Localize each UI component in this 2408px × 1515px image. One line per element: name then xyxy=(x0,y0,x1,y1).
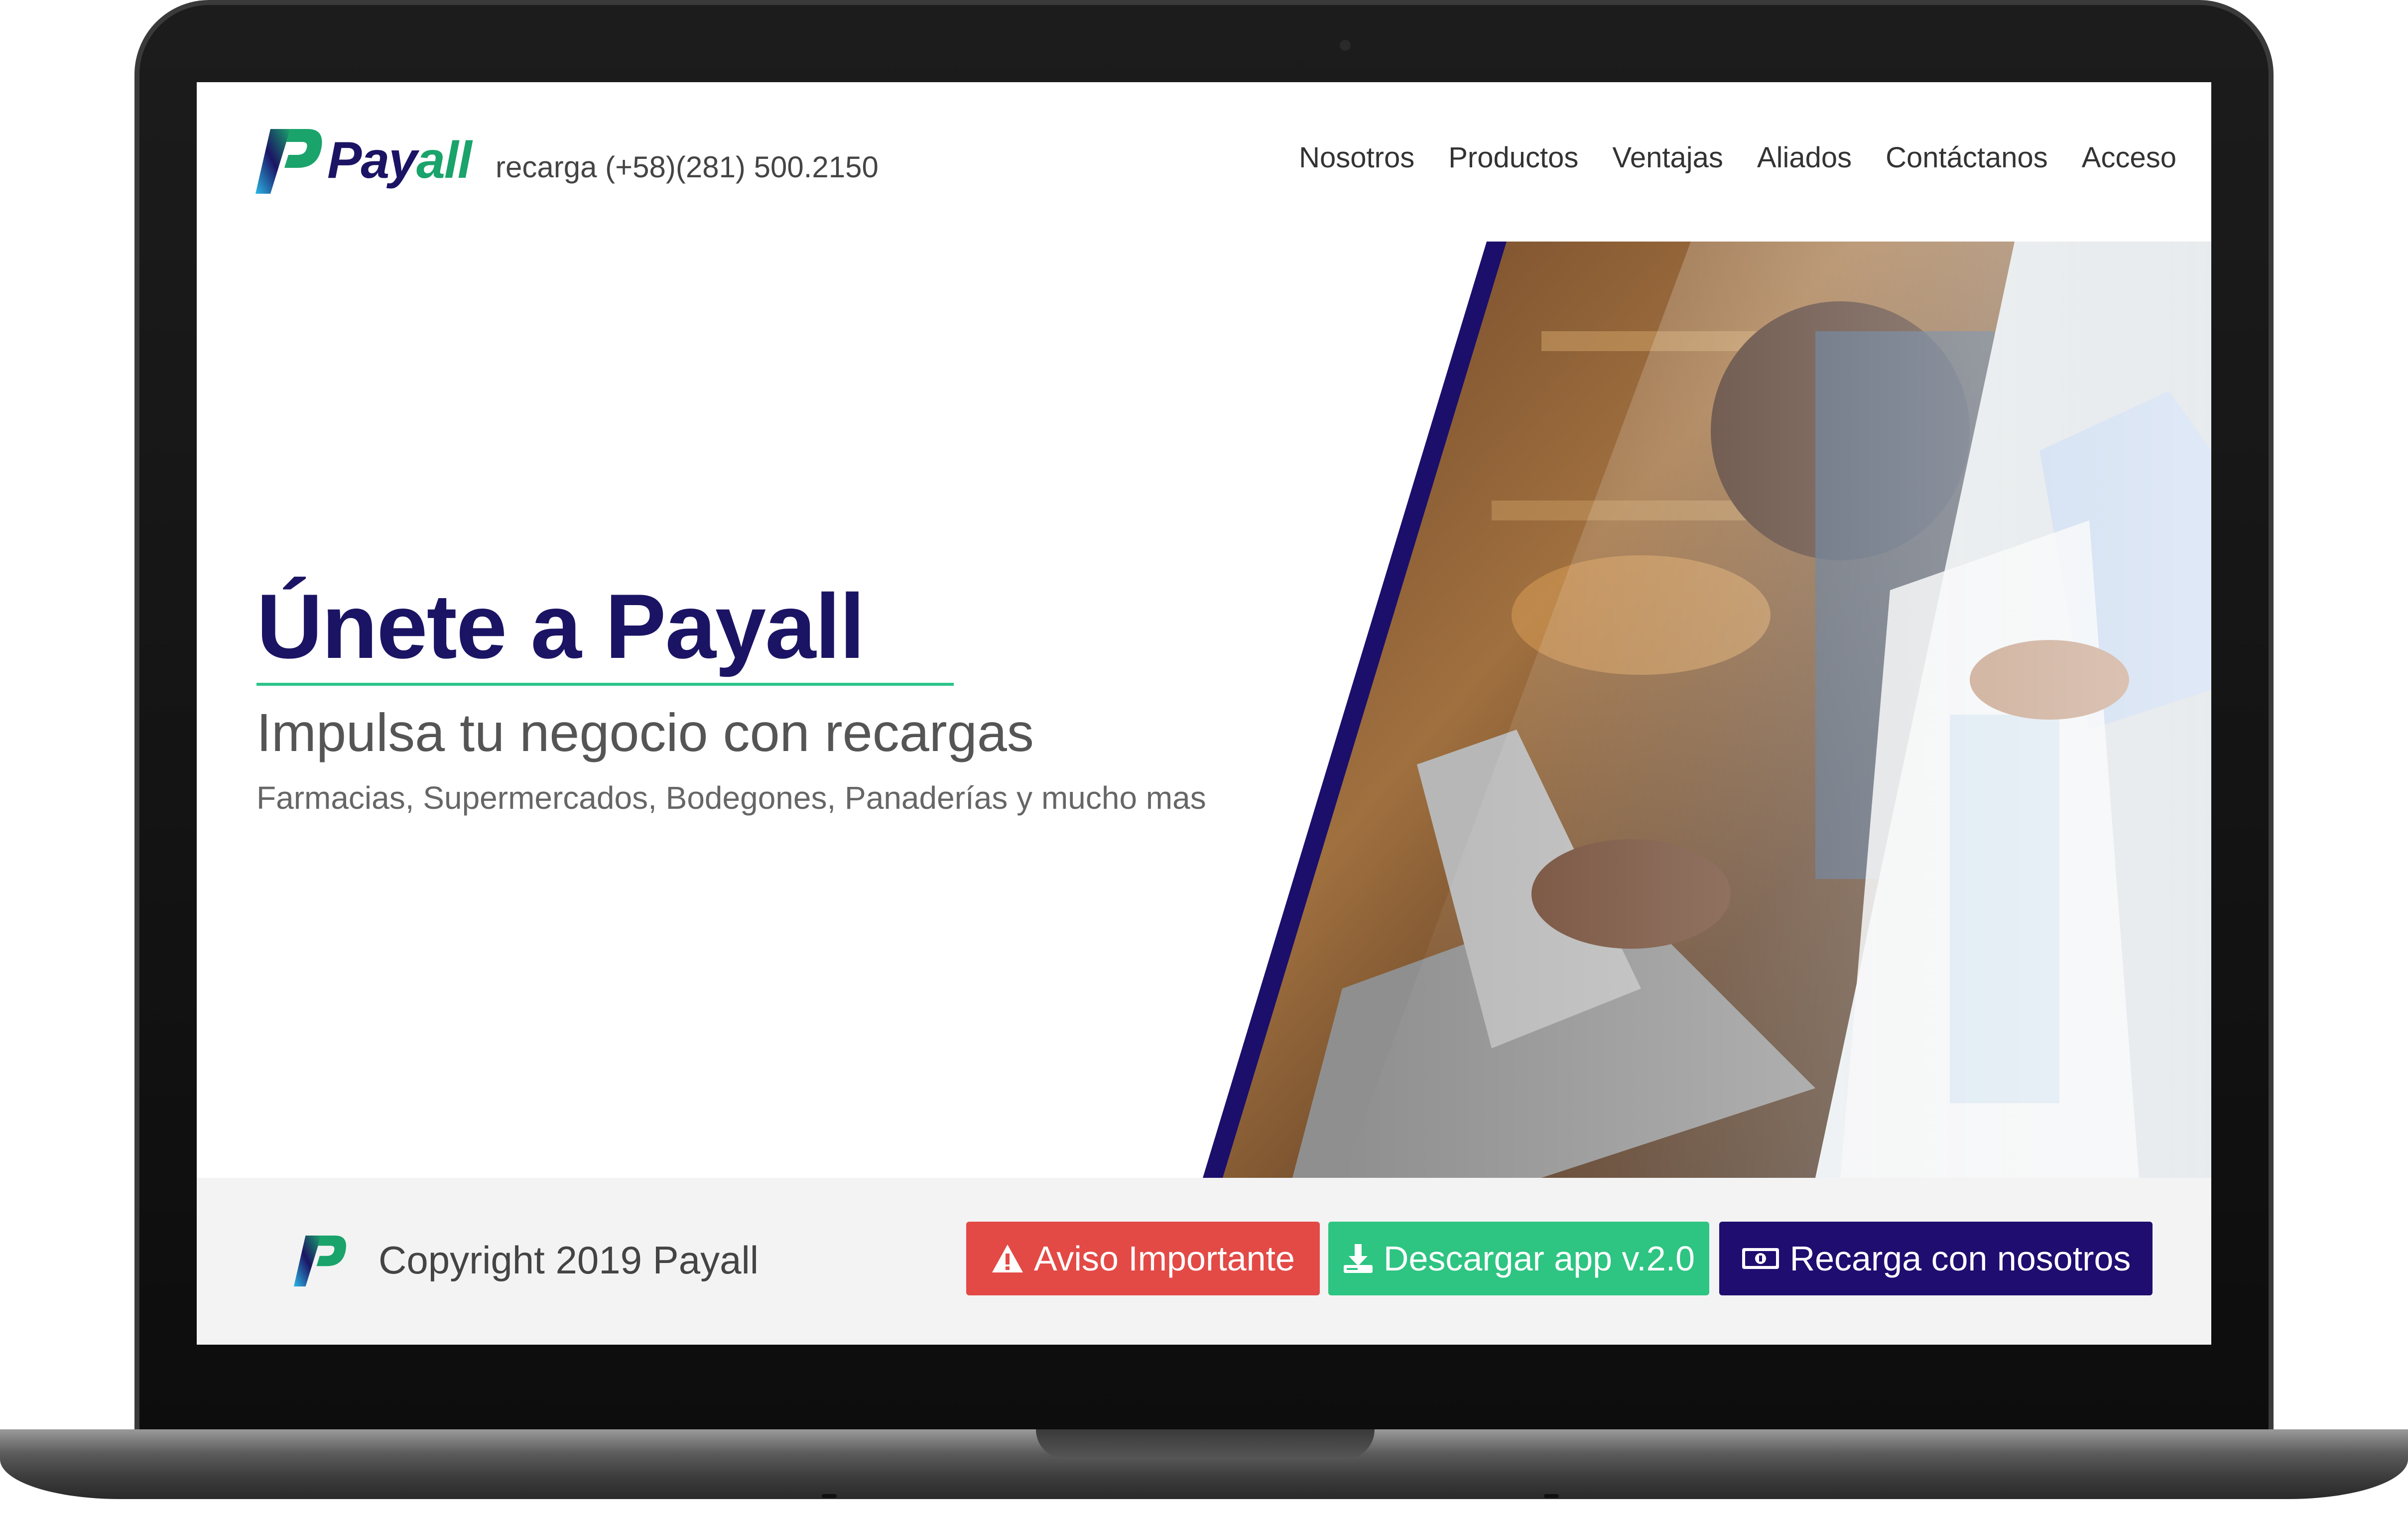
hero-section: Únete a Payall Impulsa tu negocio con re… xyxy=(256,580,1253,816)
descargar-app-button[interactable]: Descargar app v.2.0 xyxy=(1328,1222,1709,1295)
hero-subtitle: Impulsa tu negocio con recargas xyxy=(256,702,1034,762)
aviso-importante-button[interactable]: Aviso Importante xyxy=(966,1222,1320,1295)
hero-divider xyxy=(256,683,954,686)
laptop-notch xyxy=(1036,1429,1375,1459)
payall-logo-icon xyxy=(293,1235,346,1287)
warning-icon xyxy=(992,1245,1023,1272)
money-icon xyxy=(1742,1248,1779,1269)
aviso-importante-label: Aviso Importante xyxy=(1034,1239,1295,1278)
hero-tagline: Farmacias, Supermercados, Bodegones, Pan… xyxy=(256,780,1206,816)
phone-number: recarga (+58)(281) 500.2150 xyxy=(496,150,879,184)
download-icon xyxy=(1343,1244,1373,1273)
nav-productos[interactable]: Productos xyxy=(1448,141,1578,174)
browser-screen: Payall recarga (+58)(281) 500.2150 Nosot… xyxy=(197,82,2211,1345)
recarga-con-nosotros-button[interactable]: Recarga con nosotros xyxy=(1719,1222,2153,1295)
nav-ventajas[interactable]: Ventajas xyxy=(1612,141,1723,174)
copyright-text: Copyright 2019 Payall xyxy=(379,1238,759,1282)
nav-acceso[interactable]: Acceso xyxy=(2082,141,2176,174)
site-header: Payall recarga (+58)(281) 500.2150 Nosot… xyxy=(197,82,2211,242)
laptop-mockup: Payall recarga (+58)(281) 500.2150 Nosot… xyxy=(0,0,2408,1515)
payall-logo-icon[interactable] xyxy=(255,124,325,199)
hero-title: Únete a Payall xyxy=(256,575,865,677)
nav-aliados[interactable]: Aliados xyxy=(1757,141,1852,174)
recarga-con-nosotros-label: Recarga con nosotros xyxy=(1789,1239,2131,1278)
camera-icon xyxy=(1340,40,1351,51)
descargar-app-label: Descargar app v.2.0 xyxy=(1383,1239,1695,1278)
main-nav: Nosotros Productos Ventajas Aliados Cont… xyxy=(1299,141,2176,174)
nav-contactanos[interactable]: Contáctanos xyxy=(1886,141,2048,174)
brand-name[interactable]: Payall xyxy=(327,131,472,190)
site-footer: Copyright 2019 Payall Aviso Importante D… xyxy=(197,1178,2211,1345)
nav-nosotros[interactable]: Nosotros xyxy=(1299,141,1414,174)
laptop-foot xyxy=(822,1494,837,1498)
laptop-foot xyxy=(1544,1494,1559,1498)
